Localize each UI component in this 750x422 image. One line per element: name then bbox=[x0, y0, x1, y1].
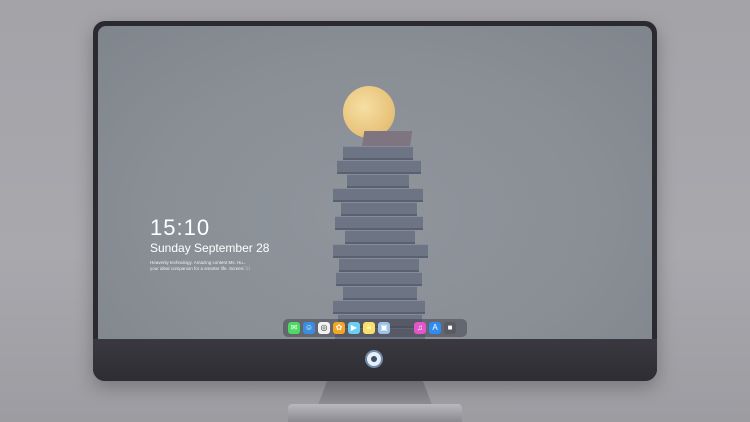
safari-icon[interactable]: ◎ bbox=[318, 322, 330, 334]
lock-caption-line-1: Heavenly technology. Amazing content Ms.… bbox=[150, 260, 247, 265]
monitor-stand-base bbox=[288, 404, 462, 422]
lock-caption-line-2: your ideal companion for a smarter life.… bbox=[150, 266, 251, 271]
photos-icon[interactable]: ✿ bbox=[333, 322, 345, 334]
tower-slab bbox=[347, 174, 409, 188]
tower-slab bbox=[343, 146, 413, 160]
tower-slab bbox=[345, 230, 415, 244]
tower-slab bbox=[336, 272, 422, 286]
itunes-icon[interactable]: ♫ bbox=[414, 322, 426, 334]
desktop-screen: 15:10 Sunday September 28 Heavenly techn… bbox=[98, 26, 652, 339]
tower-slab bbox=[333, 244, 428, 258]
tower-slab bbox=[337, 160, 421, 174]
tower-slab bbox=[339, 258, 419, 272]
imac-monitor: 15:10 Sunday September 28 Heavenly techn… bbox=[93, 21, 657, 381]
tower-slab bbox=[341, 202, 417, 216]
tower-slab bbox=[333, 300, 425, 314]
tower-slab bbox=[335, 216, 423, 230]
monitor-chin bbox=[93, 339, 657, 381]
app-store-icon[interactable]: A bbox=[429, 322, 441, 334]
folder-icon[interactable]: ■ bbox=[444, 322, 456, 334]
messages-icon[interactable]: ✉ bbox=[288, 322, 300, 334]
lock-time: 15:10 bbox=[150, 215, 211, 240]
stacked-tower-wallpaper bbox=[333, 146, 428, 339]
lock-date: Sunday September 28 bbox=[150, 241, 270, 255]
monitor-stand-neck bbox=[318, 381, 432, 405]
notes-icon[interactable]: ≡ bbox=[363, 322, 375, 334]
finder-icon[interactable]: ☺ bbox=[303, 322, 315, 334]
brand-logo-icon bbox=[365, 350, 383, 368]
imovie-icon[interactable]: ▶ bbox=[348, 322, 360, 334]
tower-slab bbox=[333, 188, 423, 202]
preview-icon[interactable]: ▣ bbox=[378, 322, 390, 334]
tower-slab bbox=[343, 286, 417, 300]
dock: ✉ ☺ ◎ ✿ ▶ ≡ ▣ ♫ A ■ bbox=[283, 319, 467, 337]
